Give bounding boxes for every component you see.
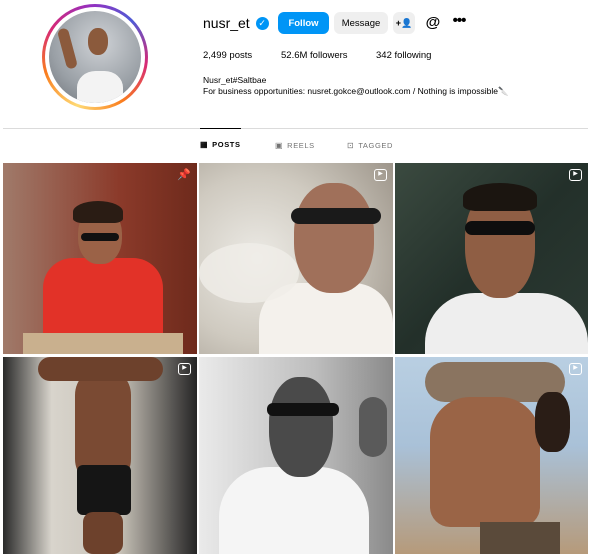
tab-posts[interactable]: ▦ POSTS — [200, 128, 241, 160]
message-button[interactable]: Message — [334, 12, 388, 34]
reel-icon: ▶ — [569, 363, 582, 375]
tab-reels[interactable]: ▣ REELS — [275, 129, 315, 161]
username-row: nusr_et ✓ — [203, 12, 269, 34]
verified-badge-icon: ✓ — [255, 16, 269, 30]
tab-tagged[interactable]: ⊡ TAGGED — [347, 129, 393, 161]
profile-avatar-ring[interactable] — [42, 4, 148, 110]
reels-icon: ▣ — [275, 140, 284, 150]
grid-icon: ▦ — [200, 140, 209, 149]
grid-post-3[interactable]: ▶ — [395, 163, 588, 354]
posts-stat: 2,499 posts — [203, 50, 253, 61]
pin-icon: 📌 — [177, 169, 191, 181]
more-options-icon[interactable]: ••• — [449, 12, 469, 32]
grid-post-5[interactable] — [199, 357, 393, 554]
bio-text: For business opportunities: nusret.gokce… — [203, 86, 509, 96]
tagged-icon: ⊡ — [347, 140, 355, 150]
reel-icon: ▶ — [374, 169, 387, 181]
profile-header: nusr_et ✓ Follow Message +👤 @ ••• 2,499 … — [0, 0, 591, 128]
avatar[interactable] — [49, 11, 141, 103]
username: nusr_et — [203, 15, 250, 31]
bio-name: Nusr_et#Saltbae — [203, 75, 267, 85]
grid-post-6[interactable]: ▶ — [395, 357, 588, 554]
bio: Nusr_et#Saltbae For business opportuniti… — [203, 75, 509, 97]
followers-stat[interactable]: 52.6M followers — [281, 50, 348, 61]
grid-post-4[interactable]: ▶ — [3, 357, 197, 554]
post-grid: 📌 ▶ ▶ ▶ ▶ — [3, 163, 588, 554]
profile-tabs: ▦ POSTS ▣ REELS ⊡ TAGGED — [0, 128, 591, 161]
reel-icon: ▶ — [569, 169, 582, 181]
grid-post-2[interactable]: ▶ — [199, 163, 393, 354]
following-stat[interactable]: 342 following — [376, 50, 431, 61]
grid-post-1[interactable]: 📌 — [3, 163, 197, 354]
reel-icon: ▶ — [178, 363, 191, 375]
follow-button[interactable]: Follow — [278, 12, 329, 34]
threads-icon[interactable]: @ — [424, 14, 442, 32]
add-user-icon[interactable]: +👤 — [393, 12, 415, 34]
